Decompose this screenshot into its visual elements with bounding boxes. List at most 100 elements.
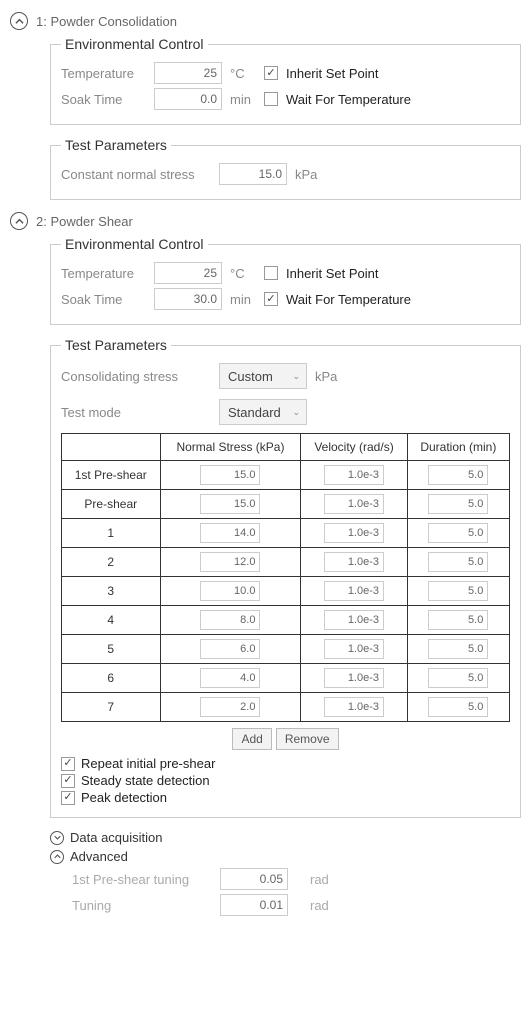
row-label: 1st Pre-shear	[62, 461, 161, 490]
shear-table: Normal Stress (kPa) Velocity (rad/s) Dur…	[61, 433, 510, 722]
inherit-set-point-checkbox[interactable]	[264, 66, 278, 80]
step1-env-group: Environmental Control Temperature °C Inh…	[50, 36, 521, 125]
table-row[interactable]: Pre-shear	[62, 490, 510, 519]
row-label: 5	[62, 635, 161, 664]
normal-stress-input[interactable]	[200, 639, 260, 659]
duration-input[interactable]	[428, 581, 488, 601]
table-row[interactable]: 1	[62, 519, 510, 548]
collapse-toggle-step1[interactable]	[10, 12, 28, 30]
chevron-down-icon: ⌄	[292, 407, 300, 418]
step2-test-group: Test Parameters Consolidating stress Cus…	[50, 337, 521, 818]
advanced-toggle[interactable]	[50, 850, 64, 864]
soak-time-input-2[interactable]	[154, 288, 222, 310]
col-velocity: Velocity (rad/s)	[301, 434, 407, 461]
velocity-input[interactable]	[324, 610, 384, 630]
data-acquisition-toggle[interactable]	[50, 831, 64, 845]
normal-stress-input[interactable]	[200, 465, 260, 485]
step2-env-legend: Environmental Control	[61, 236, 208, 252]
repeat-initial-pre-shear-checkbox[interactable]	[61, 757, 75, 771]
duration-input[interactable]	[428, 465, 488, 485]
row-label: 1	[62, 519, 161, 548]
duration-input[interactable]	[428, 610, 488, 630]
normal-stress-input[interactable]	[200, 552, 260, 572]
wait-for-temperature-label: Wait For Temperature	[286, 92, 411, 107]
normal-stress-input[interactable]	[200, 523, 260, 543]
chevron-down-icon: ⌄	[292, 371, 300, 382]
velocity-input[interactable]	[324, 523, 384, 543]
add-button[interactable]: Add	[232, 728, 271, 750]
col-normal-stress: Normal Stress (kPa)	[160, 434, 301, 461]
table-row[interactable]: 4	[62, 606, 510, 635]
normal-stress-input[interactable]	[200, 494, 260, 514]
tuning-unit: rad	[310, 898, 336, 913]
velocity-input[interactable]	[324, 668, 384, 688]
velocity-input[interactable]	[324, 552, 384, 572]
constant-normal-stress-input[interactable]	[219, 163, 287, 185]
col-duration: Duration (min)	[407, 434, 509, 461]
consolidating-stress-unit: kPa	[315, 369, 341, 384]
temperature-unit-2: °C	[230, 266, 256, 281]
velocity-input[interactable]	[324, 494, 384, 514]
table-row[interactable]: 7	[62, 693, 510, 722]
duration-input[interactable]	[428, 523, 488, 543]
duration-input[interactable]	[428, 639, 488, 659]
remove-button[interactable]: Remove	[276, 728, 339, 750]
duration-input[interactable]	[428, 697, 488, 717]
row-label: Pre-shear	[62, 490, 161, 519]
velocity-input[interactable]	[324, 581, 384, 601]
row-label: 7	[62, 693, 161, 722]
steady-state-detection-checkbox[interactable]	[61, 774, 75, 788]
soak-time-label: Soak Time	[61, 92, 146, 107]
soak-time-input[interactable]	[154, 88, 222, 110]
velocity-input[interactable]	[324, 639, 384, 659]
duration-input[interactable]	[428, 668, 488, 688]
step1-title: 1: Powder Consolidation	[36, 14, 177, 29]
collapse-toggle-step2[interactable]	[10, 212, 28, 230]
table-row[interactable]: 1st Pre-shear	[62, 461, 510, 490]
normal-stress-input[interactable]	[200, 581, 260, 601]
inherit-set-point-label-2: Inherit Set Point	[286, 266, 379, 281]
row-label: 3	[62, 577, 161, 606]
tuning-label: Tuning	[72, 898, 212, 913]
table-row[interactable]: 2	[62, 548, 510, 577]
inherit-set-point-label: Inherit Set Point	[286, 66, 379, 81]
consolidating-stress-label: Consolidating stress	[61, 369, 211, 384]
inherit-set-point-checkbox-2[interactable]	[264, 266, 278, 280]
peak-detection-checkbox[interactable]	[61, 791, 75, 805]
consolidating-stress-select[interactable]: Custom ⌄	[219, 363, 307, 389]
velocity-input[interactable]	[324, 465, 384, 485]
normal-stress-input[interactable]	[200, 668, 260, 688]
step2-env-group: Environmental Control Temperature °C Inh…	[50, 236, 521, 325]
temperature-input-2[interactable]	[154, 262, 222, 284]
test-mode-select[interactable]: Standard ⌄	[219, 399, 307, 425]
steady-state-detection-label: Steady state detection	[81, 773, 210, 788]
temperature-unit: °C	[230, 66, 256, 81]
first-pre-shear-tuning-input[interactable]	[220, 868, 288, 890]
row-label: 2	[62, 548, 161, 577]
normal-stress-input[interactable]	[200, 610, 260, 630]
duration-input[interactable]	[428, 552, 488, 572]
normal-stress-input[interactable]	[200, 697, 260, 717]
table-row[interactable]: 3	[62, 577, 510, 606]
data-acquisition-title: Data acquisition	[70, 830, 163, 845]
soak-time-unit-2: min	[230, 292, 256, 307]
constant-normal-stress-label: Constant normal stress	[61, 167, 211, 182]
step1-test-group: Test Parameters Constant normal stress k…	[50, 137, 521, 200]
repeat-initial-pre-shear-label: Repeat initial pre-shear	[81, 756, 215, 771]
test-mode-value: Standard	[228, 405, 281, 420]
table-row[interactable]: 5	[62, 635, 510, 664]
duration-input[interactable]	[428, 494, 488, 514]
step2-title: 2: Powder Shear	[36, 214, 133, 229]
step1-env-legend: Environmental Control	[61, 36, 208, 52]
row-label: 6	[62, 664, 161, 693]
row-label: 4	[62, 606, 161, 635]
first-pre-shear-tuning-label: 1st Pre-shear tuning	[72, 872, 212, 887]
table-row[interactable]: 6	[62, 664, 510, 693]
soak-time-unit: min	[230, 92, 256, 107]
temperature-input[interactable]	[154, 62, 222, 84]
temperature-label: Temperature	[61, 66, 146, 81]
tuning-input[interactable]	[220, 894, 288, 916]
wait-for-temperature-checkbox-2[interactable]	[264, 292, 278, 306]
wait-for-temperature-checkbox[interactable]	[264, 92, 278, 106]
velocity-input[interactable]	[324, 697, 384, 717]
